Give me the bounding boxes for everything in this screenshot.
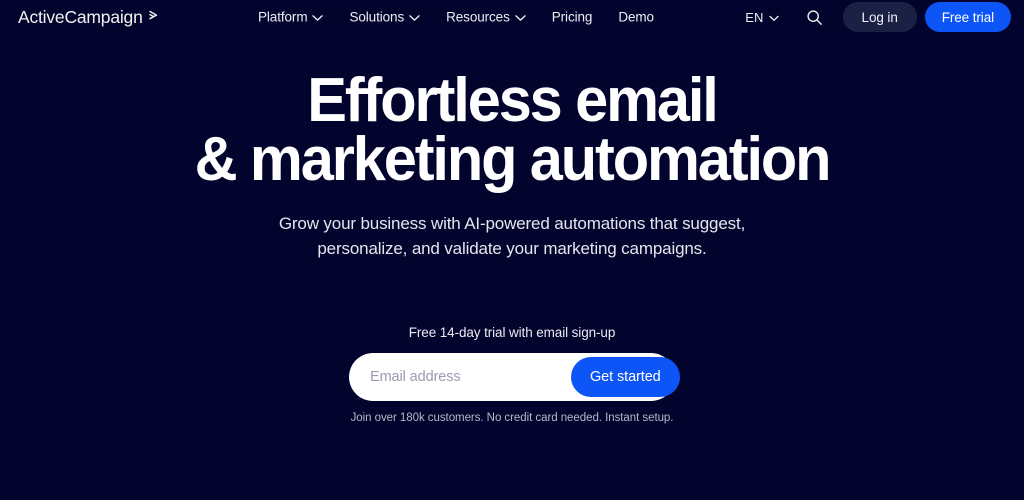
chevron-down-icon <box>312 10 324 25</box>
chevron-down-icon <box>409 10 420 25</box>
header-actions: EN Log in Free trial <box>745 2 1011 32</box>
language-label: EN <box>745 9 764 25</box>
nav-label: Platform <box>258 9 308 25</box>
nav-item-platform[interactable]: Platform <box>258 9 324 25</box>
nav-label: Solutions <box>349 9 405 25</box>
signup-microcopy: Join over 180k customers. No credit card… <box>350 412 674 424</box>
get-started-button[interactable]: Get started <box>571 357 680 397</box>
logo-text: ActiveCampaign <box>18 6 143 27</box>
search-icon[interactable] <box>803 5 827 29</box>
hero-title-line-2: & marketing automation <box>194 124 832 194</box>
language-selector[interactable]: EN <box>745 9 779 25</box>
trial-note: Free 14-day trial with email sign-up <box>408 325 616 340</box>
email-field[interactable] <box>349 353 571 401</box>
primary-nav: Platform Solutions Resources Pricing Dem… <box>258 10 654 25</box>
nav-item-resources[interactable]: Resources <box>446 10 526 25</box>
page-title: Effortless email & marketing automation <box>20 70 1003 194</box>
chevron-down-icon <box>515 10 526 25</box>
site-header: ActiveCampaign Platform Solutions Resour… <box>0 0 1024 34</box>
nav-label: Pricing <box>551 9 593 25</box>
nav-label: Resources <box>446 9 510 25</box>
chevron-down-icon <box>768 10 779 25</box>
site-logo[interactable]: ActiveCampaign <box>18 6 161 28</box>
nav-item-pricing[interactable]: Pricing <box>552 10 593 25</box>
hero-subtitle: Grow your business with AI-powered autom… <box>0 211 1024 261</box>
chevron-right-mark-icon <box>148 6 161 27</box>
email-signup-form: Get started <box>349 353 680 401</box>
login-button[interactable]: Log in <box>842 2 917 32</box>
landing-page: ActiveCampaign Platform Solutions Resour… <box>0 0 1024 500</box>
hero-subtitle-text: Grow your business with AI-powered autom… <box>278 214 746 259</box>
nav-label: Demo <box>618 9 654 25</box>
free-trial-button[interactable]: Free trial <box>924 2 1011 32</box>
nav-item-solutions[interactable]: Solutions <box>349 10 420 25</box>
nav-item-demo[interactable]: Demo <box>618 10 654 25</box>
